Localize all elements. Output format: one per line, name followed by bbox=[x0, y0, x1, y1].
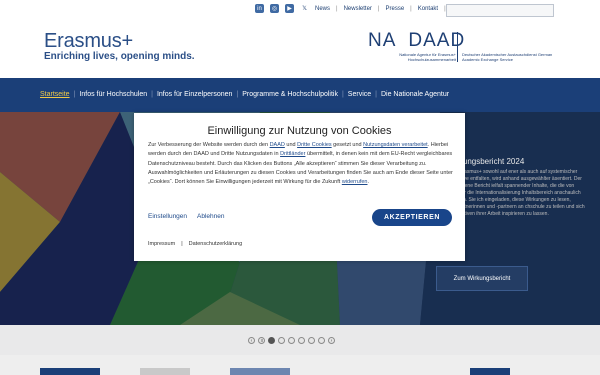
nav-item-startseite[interactable]: Startseite bbox=[36, 91, 74, 98]
youtube-icon[interactable]: ▶ bbox=[285, 4, 294, 13]
decline-button[interactable]: Ablehnen bbox=[197, 213, 224, 220]
wirkungsbericht-button[interactable]: Zum Wirkungsbericht bbox=[436, 266, 528, 291]
slide-dot-2[interactable] bbox=[278, 337, 285, 344]
instagram-icon[interactable]: ◎ bbox=[270, 4, 279, 13]
slide-dot-4[interactable] bbox=[298, 337, 305, 344]
third-party-cookies-link[interactable]: Dritte Cookies bbox=[297, 142, 332, 148]
consent-secondary-actions: Einstellungen Ablehnen bbox=[148, 213, 225, 220]
consent-footer-links: Impressum | Datenschutzerklärung bbox=[148, 241, 243, 247]
third-countries-link[interactable]: Drittländer bbox=[280, 151, 305, 157]
accept-button[interactable]: AKZEPTIEREN bbox=[372, 209, 452, 226]
x-icon[interactable]: 𝕏 bbox=[300, 4, 309, 13]
privacy-link[interactable]: Datenschutzerklärung bbox=[189, 241, 243, 247]
preview-block bbox=[140, 368, 190, 375]
daad-link[interactable]: DAAD bbox=[270, 142, 285, 148]
consent-text: Zur Verbesserung der Website werden durc… bbox=[148, 142, 453, 186]
consent-title: Einwilligung zur Nutzung von Cookies bbox=[207, 125, 392, 137]
next-slide-icon[interactable]: › bbox=[328, 337, 335, 344]
search-input[interactable] bbox=[446, 4, 554, 17]
slide-dot-5[interactable] bbox=[308, 337, 315, 344]
presse-link[interactable]: Presse bbox=[385, 6, 404, 12]
slide-dot-3[interactable] bbox=[288, 337, 295, 344]
utility-bar: in ◎ ▶ 𝕏 News | Newsletter | Presse | Ko… bbox=[255, 4, 475, 13]
nav-item-nationale-agentur[interactable]: Die Nationale Agentur bbox=[377, 91, 453, 98]
news-link[interactable]: News bbox=[315, 6, 330, 12]
preview-block bbox=[470, 368, 510, 375]
content-preview-strip bbox=[0, 355, 600, 375]
main-navigation: Startseite | Infos für Hochschulen | Inf… bbox=[0, 78, 600, 112]
slider-dots: ‹ ॥ › bbox=[248, 337, 335, 344]
site-header: in ◎ ▶ 𝕏 News | Newsletter | Presse | Ko… bbox=[0, 0, 600, 78]
slide-dot-6[interactable] bbox=[318, 337, 325, 344]
na-daad-logo[interactable]: NA DAAD Nationale Agentur für Erasmus+ Ho… bbox=[368, 30, 568, 68]
slide-dot-1[interactable] bbox=[268, 337, 275, 344]
pause-slide-icon[interactable]: ॥ bbox=[258, 337, 265, 344]
usage-data-link[interactable]: Nutzungsdaten verarbeitet bbox=[363, 142, 428, 148]
nav-item-einzelpersonen[interactable]: Infos für Einzelpersonen bbox=[153, 91, 237, 98]
nav-item-programme[interactable]: Programme & Hochschulpolitik bbox=[238, 91, 342, 98]
revoke-link[interactable]: widerrufen bbox=[342, 179, 368, 185]
erasmus-tagline: Enriching lives, opening minds. bbox=[44, 51, 195, 62]
erasmus-logo[interactable]: Erasmus+ bbox=[44, 30, 133, 53]
preview-block bbox=[40, 368, 100, 375]
cookie-consent-dialog: Einwilligung zur Nutzung von Cookies Zur… bbox=[134, 113, 465, 261]
nav-item-service[interactable]: Service bbox=[344, 91, 375, 98]
na-subtitle: Nationale Agentur für Erasmus+ Hochschul… bbox=[399, 52, 456, 62]
newsletter-link[interactable]: Newsletter bbox=[344, 6, 372, 12]
settings-button[interactable]: Einstellungen bbox=[148, 213, 187, 220]
linkedin-icon[interactable]: in bbox=[255, 4, 264, 13]
imprint-link[interactable]: Impressum bbox=[148, 241, 175, 247]
kontakt-link[interactable]: Kontakt bbox=[418, 6, 438, 12]
logo-divider bbox=[457, 32, 458, 62]
daad-subtitle: Deutscher Akademischer Austauschdienst G… bbox=[462, 52, 553, 62]
nav-item-hochschulen[interactable]: Infos für Hochschulen bbox=[75, 91, 151, 98]
preview-block bbox=[230, 368, 290, 375]
previous-slide-icon[interactable]: ‹ bbox=[248, 337, 255, 344]
na-daad-wordmark: NA DAAD bbox=[368, 30, 466, 51]
